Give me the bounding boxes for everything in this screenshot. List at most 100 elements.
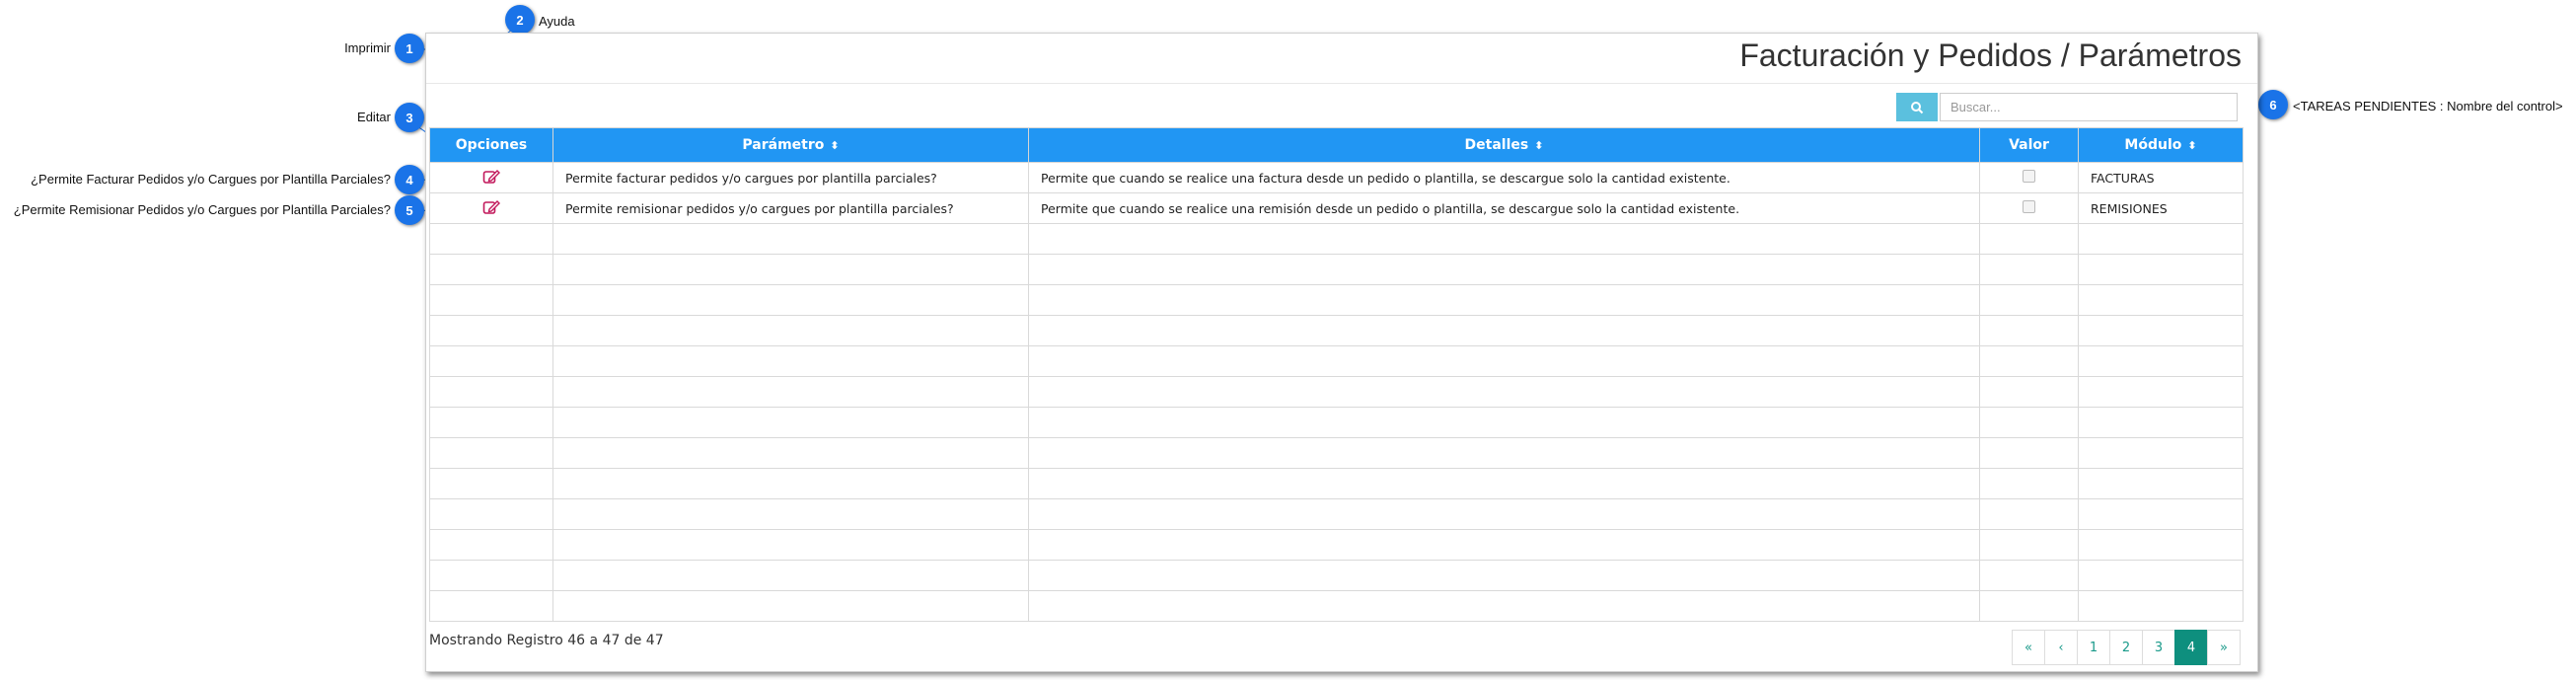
empty-cell (552, 254, 1029, 285)
parametro-cell: Permite facturar pedidos y/o cargues por… (552, 162, 1029, 193)
column-header-detalles[interactable]: Detalles ⬍ (1028, 127, 1980, 163)
search-input[interactable]: Buscar... (1940, 93, 2238, 121)
empty-table-row (429, 560, 2244, 591)
empty-cell (1028, 284, 1980, 316)
column-header-opciones: Opciones (429, 127, 553, 163)
empty-cell (552, 498, 1029, 530)
empty-cell (2078, 223, 2244, 255)
search-button[interactable] (1896, 93, 1938, 121)
empty-cell (1979, 315, 2079, 346)
first-page-button[interactable]: « (2012, 630, 2045, 665)
valor-checkbox[interactable] (2023, 170, 2035, 183)
empty-cell (552, 345, 1029, 377)
empty-cell (552, 284, 1029, 316)
empty-cell (2078, 590, 2244, 622)
empty-cell (1979, 590, 2079, 622)
page-1-button[interactable]: 1 (2077, 630, 2110, 665)
callout-3-badge: 3 (395, 103, 424, 132)
empty-table-row (429, 254, 2244, 285)
callout-2-label: Ayuda (539, 14, 575, 29)
empty-table-row (429, 284, 2244, 316)
empty-table-row (429, 529, 2244, 561)
empty-cell (429, 315, 553, 346)
empty-cell (2078, 376, 2244, 408)
detalles-cell: Permite que cuando se realice una remisi… (1028, 192, 1980, 224)
modulo-cell: REMISIONES (2078, 192, 2244, 224)
empty-cell (429, 560, 553, 591)
empty-cell (552, 468, 1029, 499)
valor-checkbox[interactable] (2023, 200, 2035, 213)
edit-button[interactable] (482, 169, 500, 188)
empty-cell (1979, 223, 2079, 255)
prev-page-button[interactable]: ‹ (2044, 630, 2078, 665)
empty-cell (429, 254, 553, 285)
empty-cell (1979, 560, 2079, 591)
empty-cell (1979, 345, 2079, 377)
empty-cell (2078, 254, 2244, 285)
empty-cell (429, 590, 553, 622)
empty-cell (429, 468, 553, 499)
empty-table-row (429, 345, 2244, 377)
empty-cell (552, 407, 1029, 438)
empty-cell (1028, 223, 1980, 255)
empty-cell (1028, 498, 1980, 530)
empty-cell (2078, 529, 2244, 561)
edit-icon (482, 169, 500, 184)
records-info: Mostrando Registro 46 a 47 de 47 (429, 633, 664, 648)
column-header-valor: Valor (1979, 127, 2079, 163)
empty-cell (429, 498, 553, 530)
empty-cell (1028, 560, 1980, 591)
page-title: Facturación y Pedidos / Parámetros (1739, 38, 2242, 73)
empty-cell (1028, 254, 1980, 285)
empty-cell (429, 223, 553, 255)
callout-2-badge: 2 (505, 5, 535, 35)
empty-cell (2078, 437, 2244, 469)
empty-cell (552, 376, 1029, 408)
parameters-table: Opciones Parámetro ⬍ Detalles ⬍ Valor Módu… (429, 127, 2244, 622)
callout-5-label: ¿Permite Remisionar Pedidos y/o Cargues … (13, 202, 391, 217)
empty-table-row (429, 590, 2244, 622)
page-3-button[interactable]: 3 (2142, 630, 2175, 665)
pagination: « ‹ 1 2 3 4 » (2012, 630, 2241, 665)
empty-cell (552, 590, 1029, 622)
column-header-parametro[interactable]: Parámetro ⬍ (552, 127, 1029, 163)
empty-cell (552, 529, 1029, 561)
empty-cell (2078, 315, 2244, 346)
sort-icon: ⬍ (1534, 139, 1544, 152)
empty-cell (552, 223, 1029, 255)
edit-icon (482, 199, 500, 214)
next-page-button[interactable]: » (2207, 630, 2241, 665)
valor-cell (1979, 162, 2079, 193)
empty-table-row (429, 223, 2244, 255)
empty-cell (2078, 407, 2244, 438)
table-header-row: Opciones Parámetro ⬍ Detalles ⬍ Valor Módu… (429, 127, 2244, 163)
sort-icon: ⬍ (2187, 139, 2197, 152)
options-cell (429, 192, 553, 224)
empty-cell (1028, 407, 1980, 438)
empty-cell (1028, 590, 1980, 622)
empty-cell (429, 376, 553, 408)
empty-table-row (429, 498, 2244, 530)
empty-cell (552, 315, 1029, 346)
empty-cell (2078, 345, 2244, 377)
page-4-button[interactable]: 4 (2174, 630, 2208, 665)
title-divider (426, 83, 2257, 84)
empty-cell (429, 529, 553, 561)
search-icon (1911, 101, 1924, 113)
empty-cell (429, 437, 553, 469)
empty-cell (1028, 529, 1980, 561)
empty-cell (1028, 468, 1980, 499)
empty-cell (1028, 315, 1980, 346)
empty-cell (2078, 560, 2244, 591)
column-header-modulo[interactable]: Módulo ⬍ (2078, 127, 2244, 163)
callout-5-badge: 5 (395, 195, 424, 225)
empty-cell (552, 560, 1029, 591)
page-2-button[interactable]: 2 (2109, 630, 2143, 665)
sort-icon: ⬍ (830, 139, 840, 152)
edit-button[interactable] (482, 199, 500, 218)
empty-cell (2078, 498, 2244, 530)
table-row: Permite facturar pedidos y/o cargues por… (429, 162, 2244, 193)
empty-cell (429, 345, 553, 377)
callout-1-badge: 1 (395, 34, 424, 63)
empty-table-row (429, 468, 2244, 499)
